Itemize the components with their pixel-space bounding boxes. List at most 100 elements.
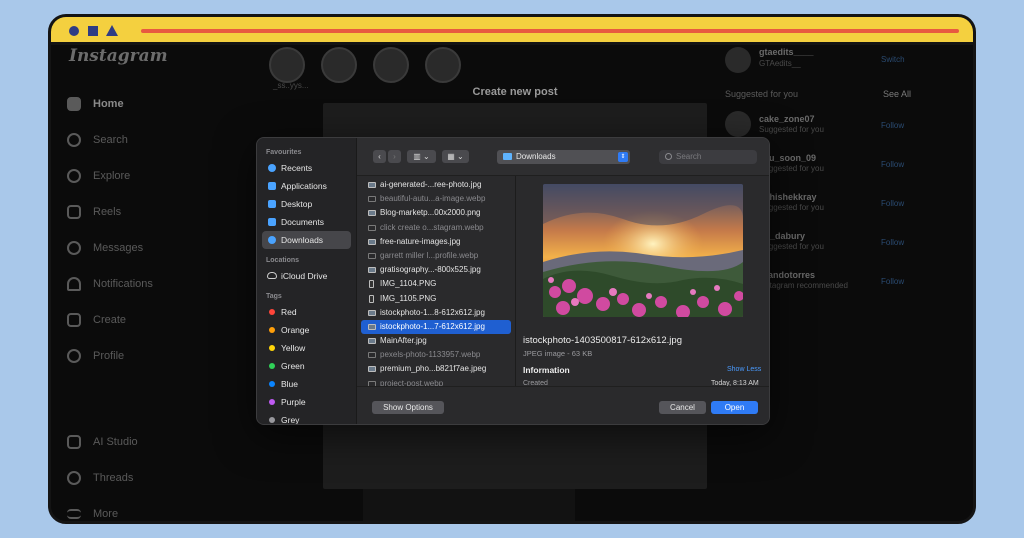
sidebar-tag-orange[interactable]: Orange [262,321,351,339]
nav-explore[interactable]: Explore [67,165,130,187]
preview-filename: istockphoto-1403500817-612x612.jpg [523,335,682,346]
nav-home[interactable]: Home [67,93,124,115]
story-username: _ss..yys... [273,81,309,90]
open-button[interactable]: Open [711,401,758,414]
view-mode-button[interactable]: ▥ ⌄ [407,150,436,163]
file-name: garrett miller l...profile.webp [380,250,479,260]
file-row[interactable]: beautiful-autu...a-image.webp [361,192,511,206]
avatar[interactable] [725,111,751,137]
file-row[interactable]: pexels-photo-1133957.webp [361,348,511,362]
file-row[interactable]: MainAfter.jpg [361,334,511,348]
nav-label: Explore [93,170,131,182]
sidebar-item-applications[interactable]: Applications [262,177,351,195]
sidebar-item-documents[interactable]: Documents [262,213,351,231]
sidebar-item-recents[interactable]: Recents [262,159,351,177]
home-icon [67,97,81,111]
account-username[interactable]: gtaedits____ [759,47,814,57]
address-bar-line [141,29,959,33]
grid-icon: ▦ ⌄ [447,152,464,161]
nav-label: More [93,508,119,520]
nav-notifications[interactable]: Notifications [67,273,153,295]
follow-button[interactable]: Follow [881,238,904,247]
file-name: istockphoto-1...8-612x612.jpg [380,307,485,317]
file-name: beautiful-autu...a-image.webp [380,194,486,204]
column-divider[interactable] [515,176,516,386]
sidebar-item-label: Blue [281,379,299,389]
tag-list: Red Orange Yellow Green Blue Purple Grey [257,303,356,424]
sidebar-item-icloud-drive[interactable]: iCloud Drive [262,267,351,285]
file-row[interactable]: IMG_1105.PNG [361,292,511,306]
nav-messages[interactable]: Messages [67,237,143,259]
chevron-right-icon: › [393,152,396,161]
nav-reels[interactable]: Reels [67,201,121,223]
information-heading: Information [523,365,570,375]
nav-label: Search [93,134,128,146]
file-picker-dialog: Favourites Recents Applications Desktop … [256,137,770,425]
image-file-icon [368,196,376,203]
file-row[interactable]: free-nature-images.jpg [361,235,511,249]
follow-button[interactable]: Follow [881,277,904,286]
file-row[interactable]: istockphoto-1...8-612x612.jpg [361,306,511,320]
sidebar-tag-blue[interactable]: Blue [262,375,351,393]
nav-label: Profile [93,350,125,362]
file-row[interactable]: garrett miller l...profile.webp [361,249,511,263]
group-by-button[interactable]: ▦ ⌄ [442,150,469,163]
file-row[interactable]: IMG_1104.PNG [361,277,511,291]
file-name: istockphoto-1...7-612x612.jpg [380,321,485,331]
tag-color-dot-icon [269,381,275,387]
location-select[interactable]: Downloads ⇕ [497,150,630,164]
nav-search[interactable]: Search [67,129,128,151]
forward-button[interactable]: › [388,150,401,163]
sidebar-item-label: iCloud Drive [281,271,328,281]
sidebar-tag-purple[interactable]: Purple [262,393,351,411]
sidebar-item-label: Red [281,307,297,317]
file-row[interactable]: project-post.webp [361,377,511,386]
back-button[interactable]: ‹ [373,150,386,163]
applications-icon [268,182,276,190]
story-avatar[interactable] [269,47,305,83]
sidebar-item-desktop[interactable]: Desktop [262,195,351,213]
file-row[interactable]: Blog-marketp...00x2000.png [361,206,511,220]
sidebar-item-downloads[interactable]: Downloads [262,231,351,249]
show-less-link[interactable]: Show Less [727,366,761,373]
switch-link[interactable]: Switch [881,55,905,64]
tag-color-dot-icon [269,399,275,405]
cancel-button[interactable]: Cancel [659,401,706,414]
tag-color-dot-icon [269,345,275,351]
sidebar-tag-yellow[interactable]: Yellow [262,339,351,357]
nav-ai-studio[interactable]: AI Studio [67,431,138,453]
sidebar-tag-green[interactable]: Green [262,357,351,375]
sidebar-tag-red[interactable]: Red [262,303,351,321]
sidebar-tag-grey[interactable]: Grey [262,411,351,424]
file-row[interactable]: premium_pho...b821f7ae.jpeg [361,362,511,376]
file-name: free-nature-images.jpg [380,236,461,246]
sidebar-item-label: Orange [281,325,310,335]
file-row[interactable]: ai-generated-...ree-photo.jpg [361,178,511,192]
nav-more[interactable]: More [67,503,119,521]
image-file-icon [368,238,376,245]
desktop-icon [268,200,276,208]
show-options-button[interactable]: Show Options [372,401,444,414]
search-input[interactable]: Search [659,150,757,164]
file-picker-footer: Show Options Cancel Open [357,386,769,424]
avatar[interactable] [725,47,751,73]
follow-button[interactable]: Follow [881,199,904,208]
nav-profile[interactable]: Profile [67,345,124,367]
suggestion-username[interactable]: cake_zone07 [759,114,815,124]
follow-button[interactable]: Follow [881,121,904,130]
nav-threads[interactable]: Threads [67,467,133,489]
menu-icon [67,509,81,519]
avatar [67,349,81,363]
image-file-icon [368,338,376,345]
file-row[interactable]: istockphoto-1...7-612x612.jpg [361,319,511,335]
file-row[interactable]: click create o...stagram.webp [361,221,511,235]
see-all-link[interactable]: See All [883,89,911,99]
story-avatar[interactable] [373,47,409,83]
nav-create[interactable]: Create [67,309,126,331]
file-row[interactable]: gratisography...-800x525.jpg [361,263,511,277]
tag-color-dot-icon [269,309,275,315]
story-avatar[interactable] [425,47,461,83]
follow-button[interactable]: Follow [881,160,904,169]
story-avatar[interactable] [321,47,357,83]
tag-color-dot-icon [269,363,275,369]
